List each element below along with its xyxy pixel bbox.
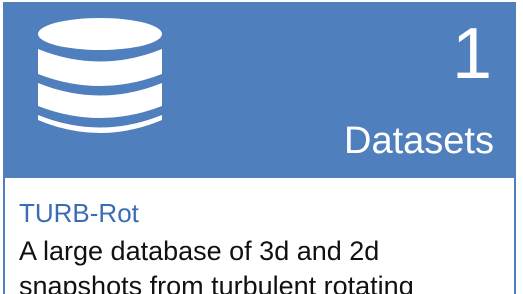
datasets-card-header: 1 Datasets	[5, 4, 514, 178]
database-icon	[38, 18, 162, 133]
dataset-title-link[interactable]: TURB-Rot	[19, 198, 500, 228]
dataset-count-label: Datasets	[344, 120, 494, 162]
datasets-card-body: TURB-Rot A large database of 3d and 2d s…	[5, 178, 514, 294]
datasets-card: 1 Datasets TURB-Rot A large database of …	[3, 2, 516, 294]
dataset-description: A large database of 3d and 2d snapshots …	[19, 236, 414, 294]
dataset-count: 1	[451, 14, 492, 94]
